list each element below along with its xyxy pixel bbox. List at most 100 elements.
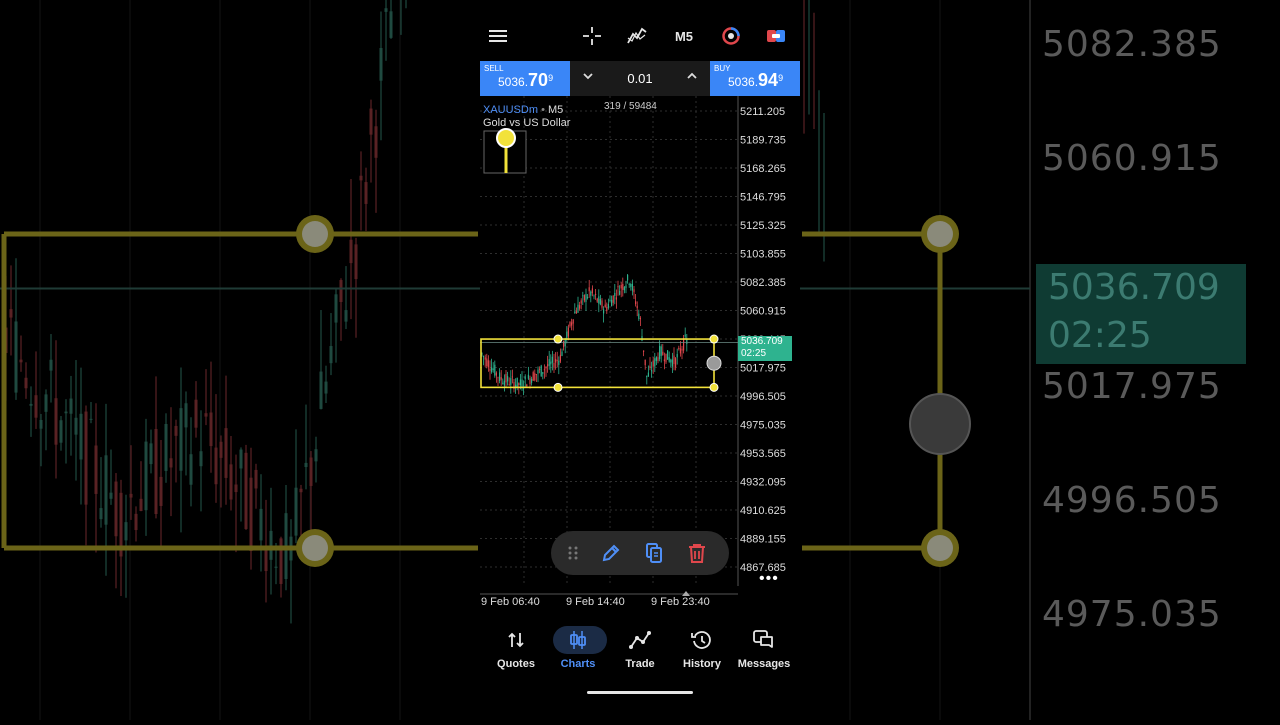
bg-candle-body bbox=[274, 566, 278, 568]
candle-body bbox=[623, 287, 625, 291]
candle-body bbox=[555, 359, 557, 363]
bg-candle-body bbox=[269, 530, 273, 560]
candle-body bbox=[654, 358, 656, 367]
price-tick-label: 5060.915 bbox=[740, 306, 786, 318]
price-tick-label: 4889.155 bbox=[740, 534, 786, 546]
copy-icon[interactable] bbox=[642, 541, 666, 565]
candle-body bbox=[499, 372, 501, 382]
candle-body bbox=[663, 359, 665, 362]
candle-body bbox=[564, 339, 566, 347]
history-clock-icon bbox=[670, 628, 734, 652]
lot-size-control: 0.01 bbox=[570, 61, 710, 96]
time-tick-label: 9 Feb 14:40 bbox=[566, 596, 625, 608]
bg-candle-body bbox=[199, 451, 203, 467]
bg-badge-price: 5036.709 bbox=[1048, 267, 1220, 308]
bg-candle-body bbox=[209, 412, 213, 447]
trade-panel-icon[interactable] bbox=[764, 22, 788, 50]
current-price-badge: 5036.709 02:25 bbox=[738, 336, 792, 361]
bg-candle-body bbox=[109, 492, 113, 499]
candle-body bbox=[484, 357, 486, 360]
crosshair-icon[interactable] bbox=[580, 22, 604, 50]
bg-candle-body bbox=[334, 294, 338, 323]
bottom-navigation: Quotes Charts Trade History Messages bbox=[480, 622, 800, 682]
candle-body bbox=[508, 384, 510, 386]
hamburger-menu-icon[interactable] bbox=[486, 22, 510, 50]
bg-candle-body bbox=[59, 420, 63, 443]
bg-candle-body bbox=[144, 441, 148, 511]
nav-trade[interactable]: Trade bbox=[608, 622, 672, 678]
bg-candle-body bbox=[99, 508, 103, 520]
candle-body bbox=[662, 351, 664, 355]
bg-candle-body bbox=[384, 8, 388, 12]
nav-history[interactable]: History bbox=[670, 622, 734, 678]
candle-body bbox=[630, 283, 632, 287]
candle-body bbox=[599, 298, 601, 305]
sell-price: 5036.709 bbox=[498, 70, 554, 90]
bg-candle-body bbox=[34, 395, 38, 418]
candle-body bbox=[487, 360, 489, 368]
bg-candle-body bbox=[54, 398, 58, 445]
bg-candle-body bbox=[89, 418, 93, 420]
pencil-icon[interactable] bbox=[599, 541, 623, 565]
candle-body bbox=[606, 307, 608, 312]
bg-price-label: 5017.975 bbox=[1042, 366, 1222, 407]
time-tick-label: 9 Feb 23:40 bbox=[651, 596, 710, 608]
candle-body bbox=[625, 285, 627, 289]
candle-body bbox=[588, 287, 590, 292]
candle-body bbox=[505, 374, 507, 383]
nav-charts[interactable]: Charts bbox=[546, 622, 610, 678]
candle-body bbox=[679, 348, 681, 354]
candle-body bbox=[519, 379, 521, 386]
candle-body bbox=[500, 377, 502, 380]
candle-body bbox=[503, 380, 505, 386]
indicators-icon[interactable] bbox=[625, 22, 649, 50]
timeframe-label: M5 bbox=[674, 28, 694, 44]
bg-candle-body bbox=[174, 425, 178, 436]
bg-candle-body bbox=[104, 455, 108, 525]
candle-body bbox=[681, 348, 683, 351]
candle-body bbox=[627, 274, 629, 281]
nav-quotes-label: Quotes bbox=[497, 658, 535, 670]
price-tick-label: 4932.095 bbox=[740, 477, 786, 489]
candle-body bbox=[611, 299, 613, 307]
candle-body bbox=[620, 284, 622, 289]
price-tick-label: 5211.205 bbox=[740, 106, 785, 118]
bg-candle-body bbox=[64, 411, 68, 414]
candle-body bbox=[591, 288, 593, 294]
candle-body bbox=[593, 295, 595, 297]
bg-candle-body bbox=[194, 399, 198, 428]
bg-rectangle-handle-center bbox=[302, 221, 328, 247]
candle-body bbox=[582, 295, 584, 297]
candle-body bbox=[646, 375, 648, 378]
nav-charts-label: Charts bbox=[560, 658, 596, 670]
candle-body bbox=[542, 372, 544, 374]
bg-candle-body bbox=[189, 454, 193, 485]
bg-candle-body bbox=[339, 280, 343, 303]
nav-quotes[interactable]: Quotes bbox=[484, 622, 548, 678]
bg-price-label: 4996.505 bbox=[1042, 480, 1222, 521]
sell-button[interactable]: SELL 5036.709 bbox=[480, 61, 570, 96]
bg-candle-body bbox=[389, 11, 393, 38]
candle-body bbox=[492, 368, 494, 371]
trash-icon[interactable] bbox=[685, 541, 709, 565]
one-click-trading-icon[interactable] bbox=[719, 22, 743, 50]
home-indicator[interactable] bbox=[587, 691, 693, 694]
bg-candle-body bbox=[44, 394, 48, 412]
rectangle-handle bbox=[553, 382, 563, 392]
candle-body bbox=[665, 353, 667, 363]
magnifier-handle bbox=[496, 128, 516, 148]
bg-candle-body bbox=[379, 48, 383, 81]
chart-symbol-line: XAUUSDm • M5 bbox=[483, 104, 563, 116]
timeframe-button[interactable]: M5 bbox=[670, 22, 698, 50]
bg-candle-body bbox=[294, 487, 298, 536]
nav-messages[interactable]: Messages bbox=[732, 622, 796, 678]
candle-body bbox=[529, 378, 531, 385]
candle-body bbox=[559, 354, 561, 362]
candle-body bbox=[587, 296, 589, 298]
more-options-button[interactable]: ••• bbox=[759, 570, 779, 588]
chart-symbol[interactable]: XAUUSDm bbox=[483, 104, 538, 116]
drag-handle-icon[interactable] bbox=[561, 541, 585, 565]
increase-lot-button[interactable] bbox=[686, 69, 698, 85]
symbol-separator: • bbox=[541, 104, 545, 116]
buy-button[interactable]: BUY 5036.949 bbox=[710, 61, 800, 96]
